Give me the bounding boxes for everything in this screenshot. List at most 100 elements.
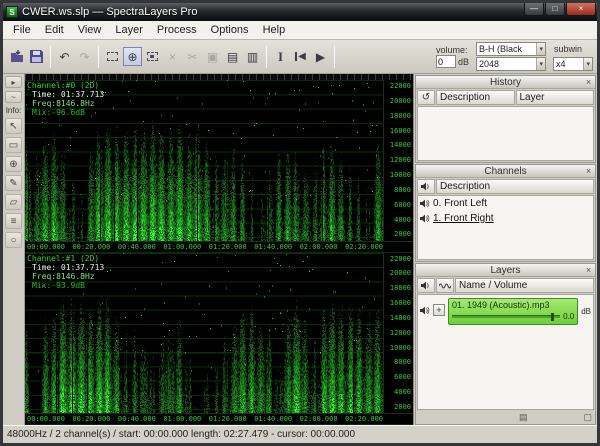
move-tool[interactable]: ⊕ — [123, 47, 142, 66]
layers-title-label: Layers — [490, 265, 520, 276]
layer-item[interactable]: + 01. 1949 (Acoustic).mp3 0.0 dB — [418, 295, 593, 327]
view-wave-tab[interactable]: ~ — [5, 91, 22, 103]
pencil-icon: ✎ — [9, 178, 17, 189]
close-icon[interactable]: × — [583, 77, 594, 88]
volume-slider-handle[interactable] — [551, 313, 554, 321]
open-button[interactable] — [7, 47, 26, 66]
paste-special-icon: ▥ — [247, 50, 258, 64]
close-icon[interactable]: × — [583, 265, 594, 276]
prev-icon: ◀ — [298, 51, 306, 62]
subwin-zoom-select[interactable]: x4 ▾ — [553, 57, 593, 71]
toolbar-separator — [50, 46, 51, 68]
channel-item-front-right[interactable]: 1. Front Right — [418, 211, 593, 226]
layers-wave-button[interactable] — [436, 278, 454, 293]
menu-options[interactable]: Options — [204, 22, 256, 38]
arrow-tool[interactable]: ↖ — [5, 118, 22, 134]
fft-size-select[interactable]: 2048 ▾ — [476, 57, 546, 71]
expand-layer-button[interactable]: + — [433, 304, 445, 316]
delete-icon: × — [169, 50, 176, 64]
channels-mute-button[interactable] — [417, 179, 435, 194]
menu-help[interactable]: Help — [256, 22, 293, 38]
channel-item-front-left[interactable]: 0. Front Left — [418, 196, 593, 211]
layers-footer: ▤ ▢ — [416, 411, 595, 424]
delete-button[interactable]: × — [163, 47, 182, 66]
history-col-layer[interactable]: Layer — [516, 90, 595, 105]
area-icon: ○ — [10, 235, 16, 246]
menu-view[interactable]: View — [71, 22, 109, 38]
close-button[interactable]: × — [566, 3, 596, 16]
layers-col-name-volume[interactable]: Name / Volume — [455, 278, 594, 293]
time-tick: 01:20.000 — [209, 415, 247, 423]
menu-file[interactable]: File — [6, 22, 38, 38]
view-2d-tab[interactable]: ▸ — [5, 76, 22, 88]
freq-tick: 20000 — [384, 269, 411, 277]
title-bar[interactable]: S CWER.ws.slp — SpectraLayers Pro — □ × — [3, 3, 597, 21]
freq-tick: 8000 — [384, 186, 411, 194]
layer-volume-slider[interactable]: 0.0 — [452, 312, 574, 321]
close-icon[interactable]: × — [583, 166, 594, 177]
menu-layer[interactable]: Layer — [108, 22, 150, 38]
minimize-button[interactable]: — — [524, 3, 544, 16]
freq-tick: 10000 — [384, 171, 411, 179]
history-list[interactable] — [417, 106, 594, 161]
subwin-zoom-value: x4 — [556, 59, 566, 69]
time-tick: 02:00.000 — [300, 415, 338, 423]
delete-layer-icon[interactable]: ▢ — [583, 412, 592, 423]
time-tick: 01:20.000 — [209, 243, 247, 251]
volume-slider-track[interactable] — [452, 315, 560, 318]
channel-label: 0. Front Left — [433, 198, 487, 209]
volume-input[interactable] — [436, 55, 456, 68]
maximize-button[interactable]: □ — [545, 3, 565, 16]
draw-tool[interactable]: ✎ — [5, 175, 22, 191]
paste-special-button[interactable]: ▥ — [243, 47, 262, 66]
layers-mute-button[interactable] — [417, 278, 435, 293]
go-to-start-button[interactable]: ◀ — [291, 47, 310, 66]
save-button[interactable] — [27, 47, 46, 66]
chevron-down-icon: ▾ — [536, 43, 545, 55]
spectrogram-canvas-0[interactable] — [25, 80, 383, 241]
area-tool[interactable]: ○ — [5, 232, 22, 248]
layer-name: 01. 1949 (Acoustic).mp3 — [452, 300, 574, 310]
history-undo-button[interactable]: ↺ — [417, 90, 435, 105]
rect-select-tool[interactable] — [103, 47, 122, 66]
menu-edit[interactable]: Edit — [38, 22, 71, 38]
freq-tick: 8000 — [384, 358, 411, 366]
time-tick: 01:00.000 — [163, 415, 201, 423]
new-layer-icon[interactable]: ▤ — [519, 412, 528, 423]
cut-button[interactable]: ✂ — [183, 47, 202, 66]
eraser-tool[interactable]: ▱ — [5, 194, 22, 210]
time-tick: 00:40.000 — [118, 243, 156, 251]
time-axis: 00:00.000 00:20.000 00:40.000 01:00.000 … — [25, 413, 413, 424]
content-area: ▸ ~ Info: ↖ ▭ ⊕ ✎ ▱ ≡ ○ Channel:#0 (2D) … — [3, 74, 597, 425]
main-toolbar: ↶ ↷ ⊕ × ✂ ▣ ▤ ▥ I ◀ ▶ volume: dB B-H (Bl… — [3, 40, 597, 74]
copy-button[interactable]: ▣ — [203, 47, 222, 66]
layer-active-item[interactable]: 01. 1949 (Acoustic).mp3 0.0 — [448, 298, 578, 325]
menu-process[interactable]: Process — [150, 22, 204, 38]
redo-button[interactable]: ↷ — [75, 47, 94, 66]
volume-unit-label: dB — [581, 307, 591, 316]
freq-tick: 16000 — [384, 299, 411, 307]
time-tick: 00:20.000 — [72, 243, 110, 251]
play-icon: ▶ — [316, 50, 325, 64]
play-button[interactable]: ▶ — [311, 47, 330, 66]
waveform-icon — [439, 282, 451, 290]
harmonics-tool[interactable]: ≡ — [5, 213, 22, 229]
volume-unit-label: dB — [458, 57, 469, 67]
speaker-icon — [420, 199, 430, 208]
history-col-description[interactable]: Description — [436, 90, 515, 105]
paste-button[interactable]: ▤ — [223, 47, 242, 66]
transform-tool[interactable]: ⊕ — [5, 156, 22, 172]
history-panel: History × ↺ Description Layer — [415, 75, 596, 163]
time-select-tool[interactable]: ▭ — [5, 137, 22, 153]
channels-col-description[interactable]: Description — [436, 179, 594, 194]
history-undo-icon: ↺ — [422, 92, 430, 103]
spectrogram-canvas-1[interactable] — [25, 253, 383, 414]
time-tick: 00:40.000 — [118, 415, 156, 423]
window-function-select[interactable]: B-H (Black ▾ — [476, 42, 546, 56]
time-tick: 02:20.000 — [345, 243, 383, 251]
zoom-select-tool[interactable] — [143, 47, 162, 66]
freq-tick: 14000 — [384, 141, 411, 149]
undo-button[interactable]: ↶ — [55, 47, 74, 66]
copy-icon: ▣ — [207, 50, 218, 64]
cursor-tool[interactable]: I — [271, 47, 290, 66]
